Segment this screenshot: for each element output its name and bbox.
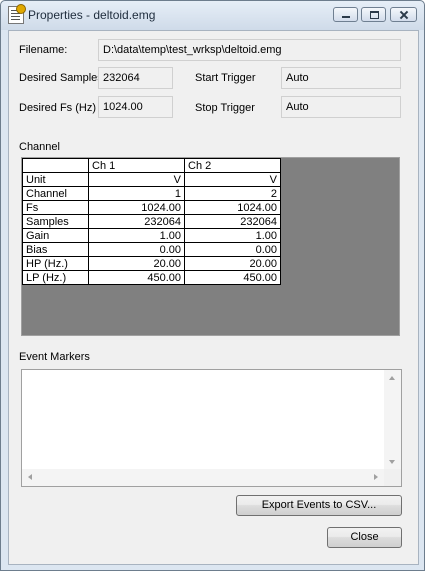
filename-label: Filename: bbox=[19, 44, 68, 56]
scroll-down-arrow-icon[interactable] bbox=[389, 460, 395, 464]
channel-header-row: Ch 1 Ch 2 bbox=[22, 158, 281, 173]
grid-cell[interactable]: 232064 bbox=[184, 214, 281, 229]
grid-cell[interactable]: 20.00 bbox=[88, 256, 185, 271]
dialog-client-area: Filename: D:\data\temp\test_wrksp\deltoi… bbox=[8, 30, 419, 565]
desired-samples-label: Desired Samples bbox=[19, 72, 103, 84]
row-header[interactable]: Channel bbox=[22, 186, 89, 201]
grid-cell[interactable]: 20.00 bbox=[184, 256, 281, 271]
horizontal-scrollbar[interactable] bbox=[22, 469, 384, 486]
desired-samples-field: 232064 bbox=[98, 67, 173, 89]
grid-cell[interactable]: 450.00 bbox=[88, 270, 185, 285]
channel-label: Channel bbox=[19, 141, 60, 153]
close-window-button[interactable] bbox=[390, 7, 417, 22]
export-events-button[interactable]: Export Events to CSV... bbox=[236, 495, 402, 516]
window-title: Properties - deltoid.emg bbox=[28, 8, 156, 22]
vertical-scrollbar[interactable] bbox=[384, 370, 401, 470]
table-row: Fs 1024.00 1024.00 bbox=[22, 200, 281, 215]
grid-cell[interactable]: 1024.00 bbox=[184, 200, 281, 215]
scroll-right-arrow-icon[interactable] bbox=[374, 474, 378, 480]
filename-field: D:\data\temp\test_wrksp\deltoid.emg bbox=[98, 39, 401, 61]
title-bar[interactable]: Properties - deltoid.emg bbox=[1, 1, 424, 30]
grid-cell[interactable]: 1.00 bbox=[184, 228, 281, 243]
row-header[interactable]: Bias bbox=[22, 242, 89, 257]
event-markers-label: Event Markers bbox=[19, 351, 90, 363]
desired-fs-field: 1024.00 bbox=[98, 96, 173, 118]
row-header[interactable]: LP (Hz.) bbox=[22, 270, 89, 285]
table-row: LP (Hz.) 450.00 450.00 bbox=[22, 270, 281, 285]
stop-trigger-label: Stop Trigger bbox=[195, 102, 255, 114]
event-markers-list[interactable] bbox=[21, 369, 402, 487]
stop-trigger-field: Auto bbox=[281, 96, 401, 118]
grid-cell[interactable]: 232064 bbox=[88, 214, 185, 229]
grid-cell[interactable]: V bbox=[88, 172, 185, 187]
grid-cell[interactable]: 1 bbox=[88, 186, 185, 201]
table-row: Channel 1 2 bbox=[22, 186, 281, 201]
row-header[interactable]: Gain bbox=[22, 228, 89, 243]
grid-cell[interactable]: 2 bbox=[184, 186, 281, 201]
row-header[interactable]: Unit bbox=[22, 172, 89, 187]
column-header-ch1[interactable]: Ch 1 bbox=[88, 158, 185, 173]
scroll-left-arrow-icon[interactable] bbox=[28, 474, 32, 480]
grid-cell[interactable]: 0.00 bbox=[184, 242, 281, 257]
grid-cell[interactable]: 450.00 bbox=[184, 270, 281, 285]
row-header[interactable]: Fs bbox=[22, 200, 89, 215]
scroll-up-arrow-icon[interactable] bbox=[389, 376, 395, 380]
scrollbar-corner bbox=[384, 469, 401, 486]
table-row: Unit V V bbox=[22, 172, 281, 187]
table-row: Gain 1.00 1.00 bbox=[22, 228, 281, 243]
desired-fs-label: Desired Fs (Hz) bbox=[19, 102, 97, 114]
channel-grid[interactable]: Ch 1 Ch 2 Unit V V Channel 1 2 Fs 1024.0… bbox=[21, 157, 400, 336]
close-button[interactable]: Close bbox=[327, 527, 402, 548]
grid-cell[interactable]: V bbox=[184, 172, 281, 187]
grid-corner-cell[interactable] bbox=[22, 158, 89, 173]
grid-cell[interactable]: 0.00 bbox=[88, 242, 185, 257]
start-trigger-label: Start Trigger bbox=[195, 72, 256, 84]
table-row: Samples 232064 232064 bbox=[22, 214, 281, 229]
maximize-button[interactable] bbox=[361, 7, 386, 22]
table-row: HP (Hz.) 20.00 20.00 bbox=[22, 256, 281, 271]
minimize-button[interactable] bbox=[333, 7, 358, 22]
row-header[interactable]: Samples bbox=[22, 214, 89, 229]
channel-table: Ch 1 Ch 2 Unit V V Channel 1 2 Fs 1024.0… bbox=[22, 158, 281, 285]
row-header[interactable]: HP (Hz.) bbox=[22, 256, 89, 271]
properties-window: Properties - deltoid.emg Filename: D:\da… bbox=[0, 0, 425, 571]
table-row: Bias 0.00 0.00 bbox=[22, 242, 281, 257]
start-trigger-field: Auto bbox=[281, 67, 401, 89]
properties-document-icon bbox=[8, 4, 26, 24]
grid-cell[interactable]: 1024.00 bbox=[88, 200, 185, 215]
column-header-ch2[interactable]: Ch 2 bbox=[184, 158, 281, 173]
grid-cell[interactable]: 1.00 bbox=[88, 228, 185, 243]
